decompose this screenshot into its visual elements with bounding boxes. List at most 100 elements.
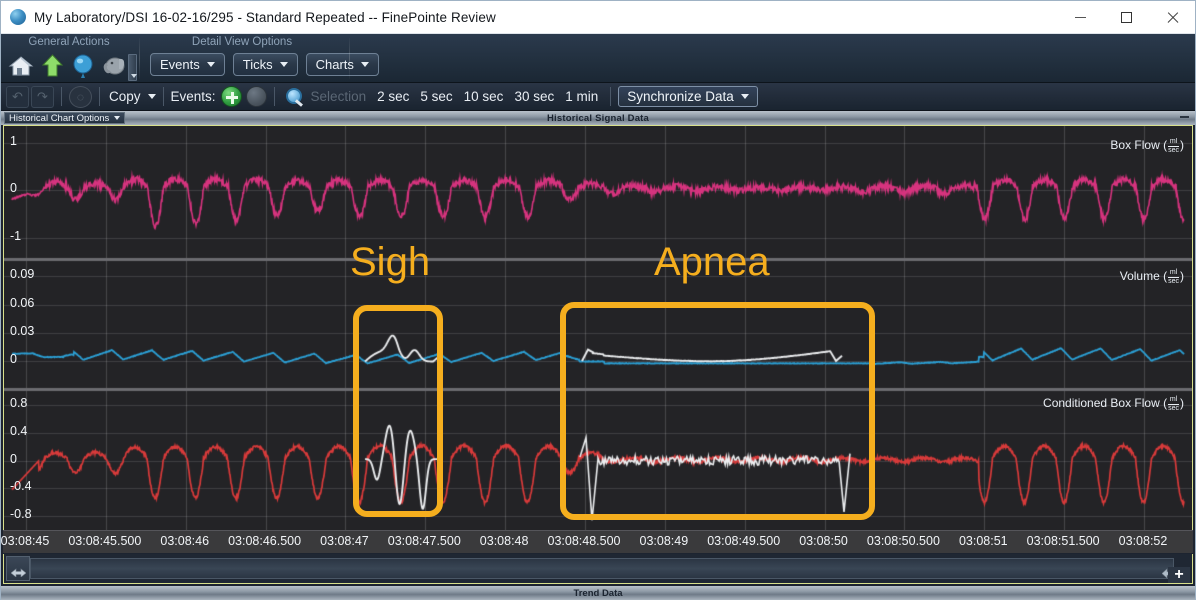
time-tick-label: 03:08:46.500 — [228, 534, 302, 548]
selection-label: Selection — [310, 89, 367, 104]
synchronize-data-dropdown[interactable]: Synchronize Data — [618, 86, 758, 107]
time-tick-label: 03:08:51 — [958, 534, 1008, 548]
unit-fraction: ml sec — [1168, 138, 1179, 154]
add-chart-button[interactable]: + — [1168, 567, 1190, 583]
time-tick-label: 03:08:48.500 — [547, 534, 621, 548]
toolbar-divider — [99, 87, 100, 106]
undo-icon: ↶ — [12, 88, 23, 104]
ribbon-scroll-handle[interactable] — [128, 54, 137, 81]
time-tick-label: 03:08:47.500 — [387, 534, 461, 548]
general-actions-icons — [8, 53, 128, 79]
unit-numerator: ml — [1168, 269, 1179, 278]
window-titlebar: My Laboratory/DSI 16-02-16/295 - Standar… — [1, 1, 1195, 34]
chevron-down-icon — [279, 62, 288, 67]
chevron-down-icon — [360, 62, 369, 67]
undo-button[interactable]: ↶ — [6, 85, 29, 108]
chevron-down-icon — [740, 94, 749, 99]
panel-minimize-icon[interactable] — [1180, 116, 1189, 118]
green-up-arrow-icon[interactable] — [39, 53, 66, 79]
unit-fraction: ml sec — [1168, 269, 1179, 285]
duration-1min[interactable]: 1 min — [565, 89, 598, 104]
magnifier-icon[interactable] — [285, 87, 305, 107]
blue-balloon-icon[interactable] — [70, 53, 97, 79]
redo-button[interactable]: ↷ — [31, 85, 54, 108]
green-plus-icon[interactable] — [220, 86, 242, 107]
trend-data-panelbar[interactable]: Trend Data — [1, 586, 1195, 600]
chart-scrollbar-area[interactable]: + — [3, 554, 1193, 584]
window-buttons — [1057, 1, 1195, 34]
sphere-icon — [10, 9, 26, 25]
charts-dropdown-button[interactable]: Charts — [305, 53, 379, 76]
gray-circle-icon[interactable] — [245, 86, 267, 107]
toolbar-divider — [273, 87, 275, 106]
signal-label-close: ) — [1180, 138, 1184, 153]
signal-label-close: ) — [1180, 396, 1184, 411]
annotation-label-apnea: Apnea — [654, 240, 770, 284]
secondary-toolbar: ↶ ↷ ◌ Copy Events: Selection 2 sec 5 sec… — [1, 83, 1195, 111]
time-tick-label: 03:08:49.500 — [707, 534, 781, 548]
synchronize-data-label: Synchronize Data — [627, 89, 734, 104]
time-tick-label: 03:08:50.500 — [866, 534, 940, 548]
y-tick-label: -0.4 — [10, 479, 32, 494]
duration-10sec[interactable]: 10 sec — [464, 89, 504, 104]
scrollbar-track[interactable] — [30, 558, 1174, 579]
time-axis: 03:08:45 03:08:45.500 03:08:46 03:08:46.500… — [1, 530, 1193, 553]
window-title: My Laboratory/DSI 16-02-16/295 - Standar… — [34, 9, 496, 25]
close-button[interactable] — [1149, 1, 1195, 34]
y-tick-label: 0.09 — [10, 267, 35, 282]
copy-label[interactable]: Copy — [109, 89, 141, 104]
signal-label-text: Conditioned Box Flow ( — [1043, 396, 1168, 411]
minimize-button[interactable] — [1057, 1, 1103, 34]
time-tick-label: 03:08:47 — [320, 534, 369, 548]
chevron-down-icon — [206, 62, 215, 67]
ticks-dropdown-button[interactable]: Ticks — [232, 53, 298, 76]
marker-tool-button[interactable]: ◌ — [69, 85, 92, 108]
duration-30sec[interactable]: 30 sec — [514, 89, 554, 104]
ribbon-divider — [139, 38, 140, 79]
close-icon — [1166, 11, 1179, 24]
toolbar-divider — [61, 87, 62, 106]
duration-5sec[interactable]: 5 sec — [420, 89, 452, 104]
minimize-icon — [1074, 16, 1086, 18]
annotation-box-sigh — [353, 305, 443, 517]
time-tick-label: 03:08:51.500 — [1026, 534, 1100, 548]
toolbar-divider — [610, 87, 612, 106]
y-tick-label: 0 — [10, 451, 17, 466]
events-dropdown-button[interactable]: Events — [150, 53, 225, 76]
unit-fraction: ml sec — [1168, 396, 1179, 412]
gray-elephant-icon[interactable] — [101, 53, 128, 79]
annotation-box-apnea — [560, 302, 875, 520]
home-icon[interactable] — [8, 53, 35, 79]
y-tick-label: 0.03 — [10, 324, 35, 339]
ribbon-group-title: Detail View Options — [191, 36, 293, 48]
redo-icon: ↷ — [37, 88, 48, 104]
signal-label-conditioned-box-flow: Conditioned Box Flow (ml sec) — [1043, 396, 1184, 412]
historical-signal-data-panelbar: Historical Signal Data Historical Chart … — [1, 111, 1195, 125]
chart-plot-area[interactable]: 1 0 -1 0.09 0.06 0.03 0 0.8 0.4 0 -0.4 -0.8 Box Flo… — [4, 126, 1192, 552]
unit-numerator: ml — [1168, 138, 1179, 147]
maximize-button[interactable] — [1103, 1, 1149, 34]
ticks-dropdown-label: Ticks — [242, 57, 273, 72]
time-tick-label: 03:08:45.500 — [68, 534, 142, 548]
y-tick-label: 0.4 — [10, 423, 28, 438]
historical-signal-chart[interactable]: 1 0 -1 0.09 0.06 0.03 0 0.8 0.4 0 -0.4 -0.8 Box Flo… — [3, 125, 1193, 553]
annotation-label-sigh: Sigh — [350, 240, 431, 284]
trend-panel-title: Trend Data — [573, 588, 623, 599]
time-tick-label: 03:08:52 — [1118, 534, 1168, 548]
scrollbar-left-handle[interactable] — [6, 556, 30, 581]
ribbon-group-title: General Actions — [28, 36, 110, 48]
events-dropdown-label: Events — [160, 57, 200, 72]
events-label: Events: — [170, 89, 216, 104]
signal-label-text: Volume ( — [1119, 269, 1168, 284]
toolbar-divider — [162, 87, 164, 106]
signal-label-box-flow: Box Flow (ml sec) — [1110, 138, 1184, 154]
duration-2sec[interactable]: 2 sec — [377, 89, 409, 104]
time-tick-label: 03:08:48 — [479, 534, 529, 548]
y-tick-label: 0 — [10, 352, 17, 367]
ribbon: General Actions Detail View Options Even… — [1, 34, 1195, 83]
detail-view-buttons: Events Ticks Charts — [150, 53, 379, 76]
ribbon-group-general-actions: General Actions — [1, 34, 137, 83]
time-tick-label: 03:08:46 — [160, 534, 210, 548]
ribbon-group-detail-view-options: Detail View Options Events Ticks Charts — [142, 34, 379, 83]
chevron-down-icon[interactable] — [147, 94, 156, 99]
